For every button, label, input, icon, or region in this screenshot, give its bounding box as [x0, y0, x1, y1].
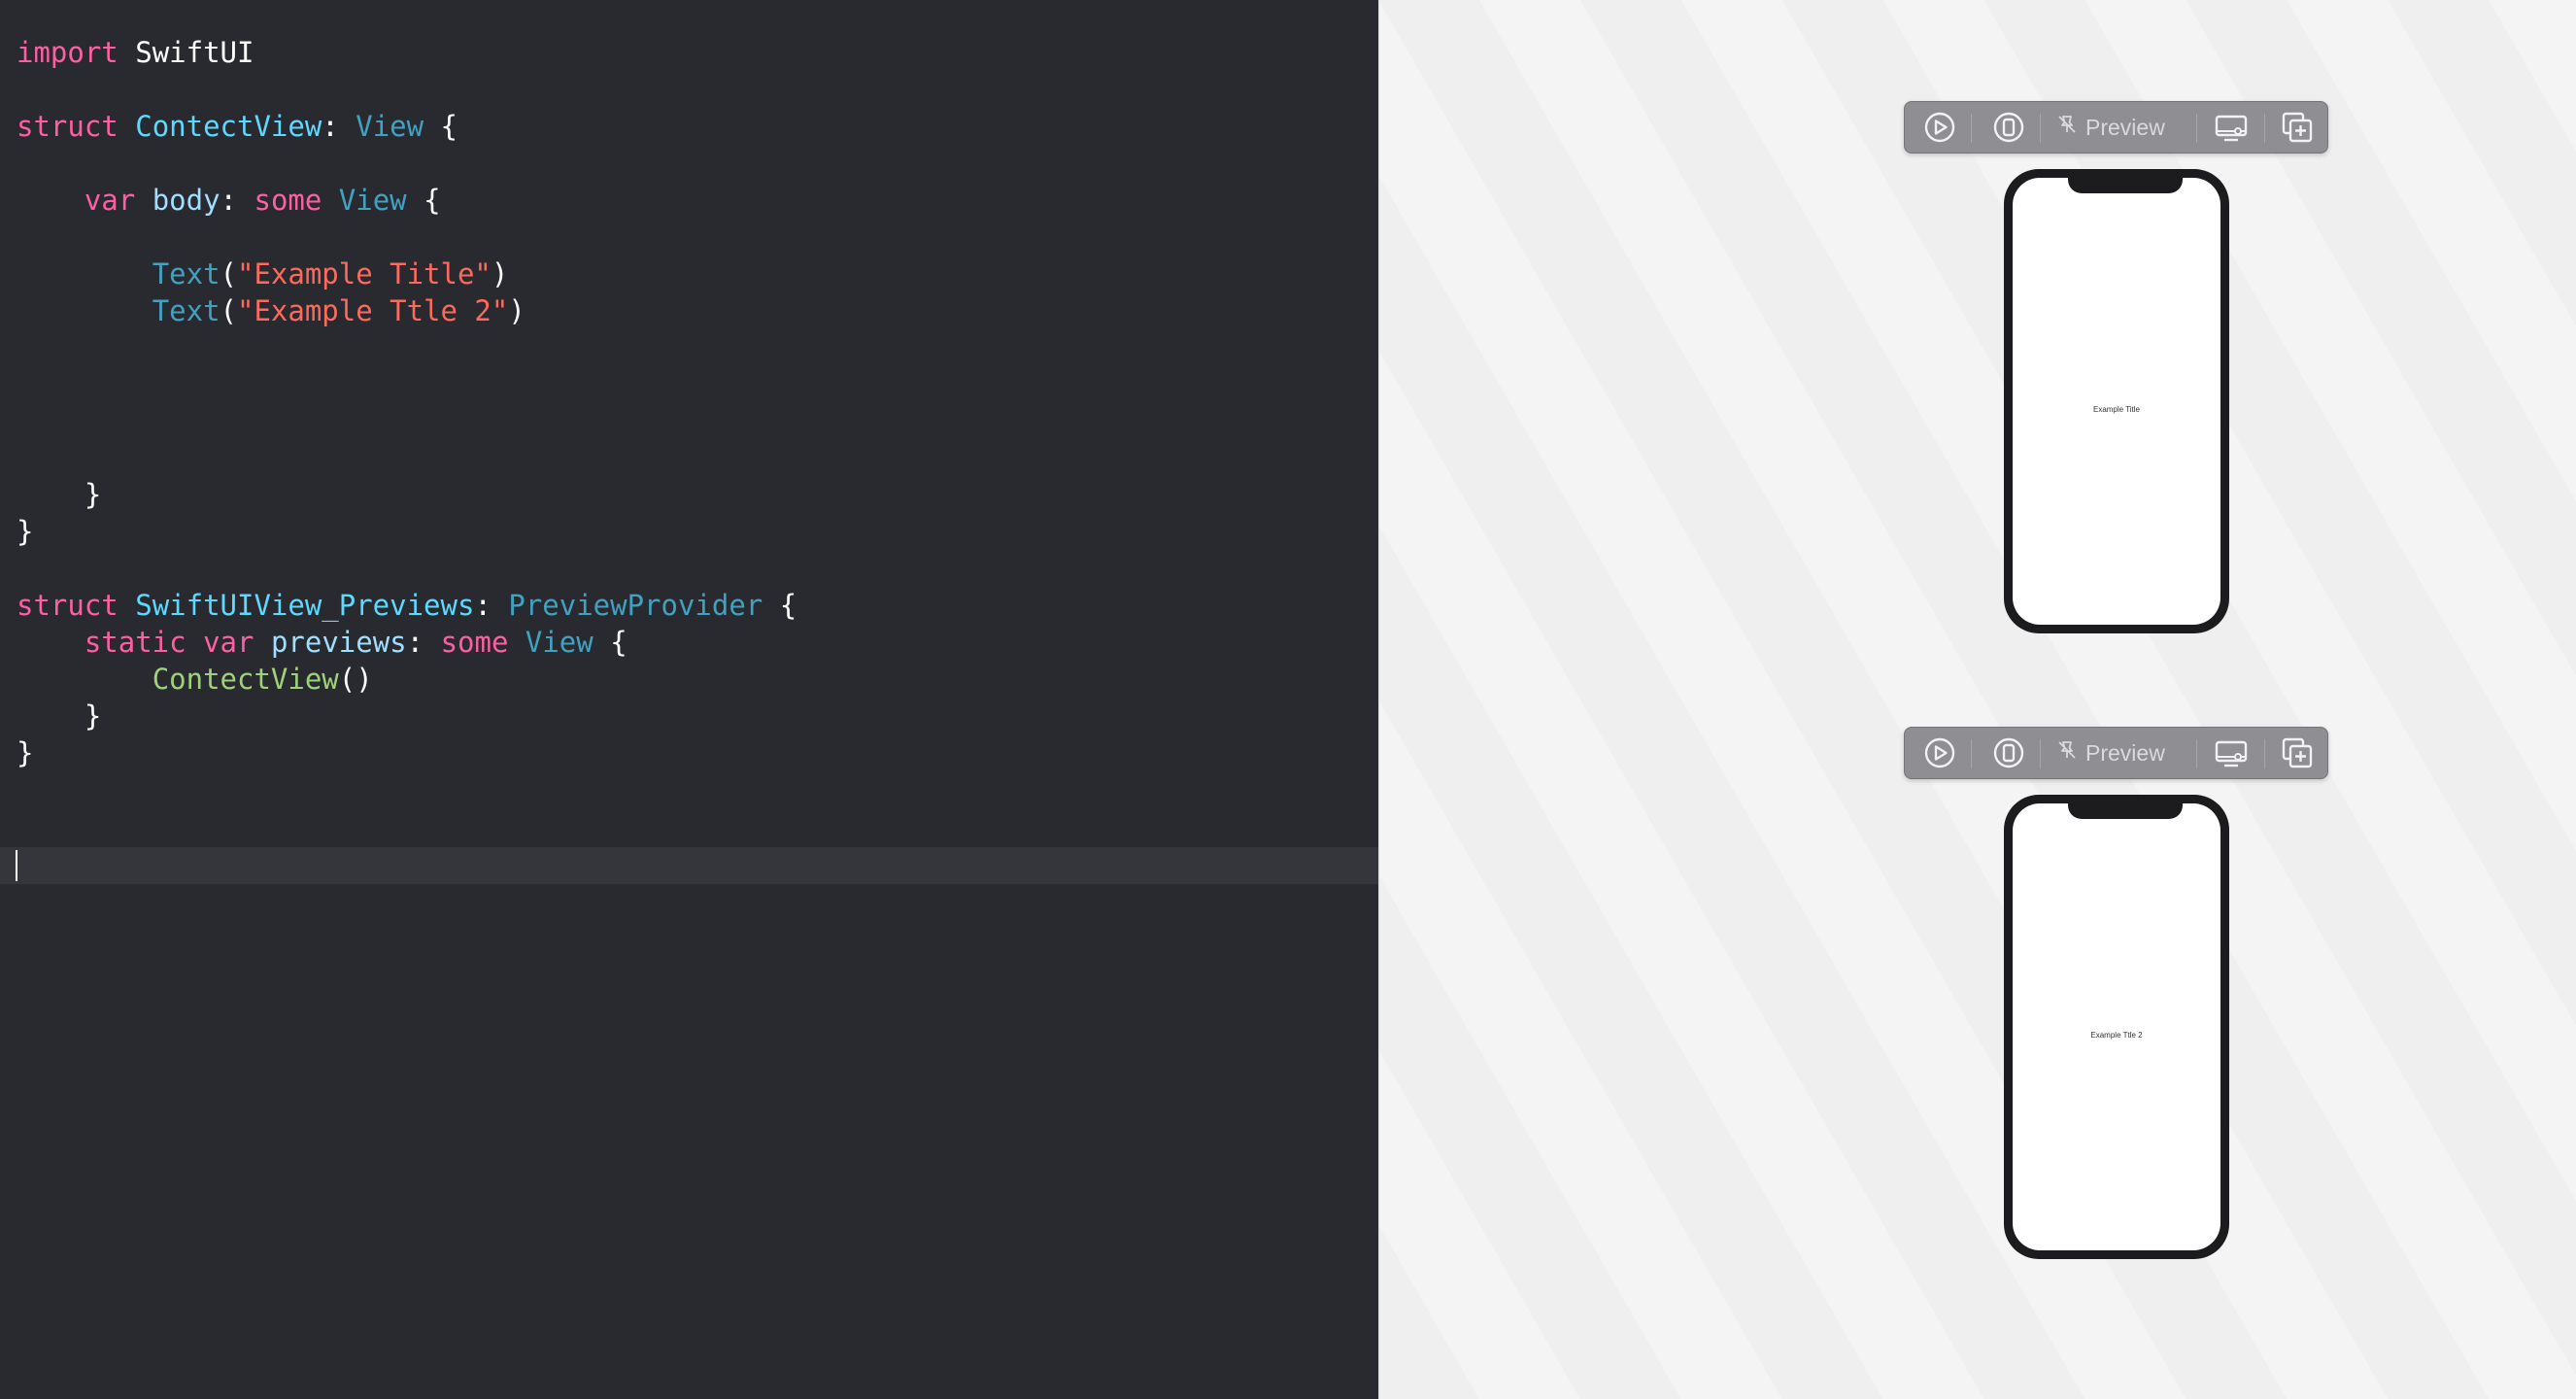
preview-on-device-button[interactable]: [1987, 102, 2030, 153]
code-line-1: import SwiftUI: [17, 34, 254, 71]
toolbar-separator: [1971, 114, 1972, 143]
play-icon: [1923, 736, 1956, 769]
open-brace: {: [779, 589, 797, 622]
device-icon: [1992, 736, 2025, 769]
colon: :: [474, 589, 491, 622]
duplicate-preview-button[interactable]: [2275, 728, 2320, 778]
toolbar-separator: [2196, 114, 2197, 143]
preview-toolbar-2: Preview: [1904, 727, 2328, 779]
code-line-13: }: [17, 476, 101, 513]
preview-label: Preview: [2085, 114, 2165, 140]
paren-open: (: [220, 257, 237, 290]
toolbar-separator: [2264, 739, 2265, 768]
preview-text: Example Title: [2092, 405, 2141, 414]
preview-pin-icon: [2056, 739, 2078, 767]
paren-close: ): [491, 257, 509, 290]
toolbar-separator: [2196, 739, 2197, 768]
keyword-var: var: [84, 184, 136, 217]
type-view: View: [338, 184, 407, 217]
phone-notch: [2068, 178, 2183, 193]
colon: :: [322, 110, 339, 143]
code-line-7: Text("Example Title"): [17, 256, 509, 292]
preview-text: Example Ttle 2: [2090, 1031, 2143, 1040]
duplicate-preview-icon: [2280, 110, 2315, 145]
code-line-20: }: [17, 734, 33, 771]
toolbar-separator: [2040, 739, 2041, 768]
protocol-view: View: [356, 110, 424, 143]
colon: :: [220, 184, 238, 217]
preview-toolbar-1: Preview: [1904, 101, 2328, 154]
module-name: SwiftUI: [135, 36, 254, 69]
duplicate-preview-button[interactable]: [2275, 102, 2320, 153]
code-line-17: static var previews: some View {: [17, 624, 627, 661]
play-icon: [1923, 111, 1956, 144]
toolbar-separator: [2264, 114, 2265, 143]
close-brace: }: [84, 700, 102, 733]
code-line-19: }: [17, 698, 101, 734]
previews-struct-name: SwiftUIView_Previews: [135, 589, 475, 622]
string-literal-1: "Example Title": [237, 257, 491, 290]
duplicate-preview-icon: [2280, 735, 2315, 770]
code-line-14: }: [17, 513, 33, 550]
phone-screen: Example Ttle 2: [2013, 803, 2220, 1250]
preview-label: Preview: [2085, 739, 2165, 766]
current-line-highlight: [0, 847, 1378, 884]
phone-notch: [2068, 803, 2183, 819]
close-brace: }: [17, 515, 34, 548]
paren-open: (: [220, 294, 237, 327]
preview-pin-button[interactable]: Preview: [2056, 102, 2190, 153]
call-parens: (): [338, 663, 373, 696]
paren-close: ): [508, 294, 525, 327]
code-editor[interactable]: import SwiftUI struct ContectView: View …: [0, 0, 1378, 1399]
property-previews: previews: [270, 626, 407, 659]
toolbar-separator: [2040, 114, 2041, 143]
preview-pin-icon: [2056, 114, 2078, 141]
iphone-preview-1[interactable]: Example Title: [2004, 169, 2229, 633]
preview-pin-button[interactable]: Preview: [2056, 728, 2190, 778]
property-body: body: [152, 184, 220, 217]
struct-name: ContectView: [135, 110, 322, 143]
code-line-5: var body: some View {: [17, 182, 441, 219]
keyword-var: var: [203, 626, 254, 659]
device-icon: [1992, 111, 2025, 144]
device-settings-icon: [2213, 736, 2250, 769]
live-preview-button[interactable]: [1918, 102, 1961, 153]
open-brace: {: [440, 110, 458, 143]
device-settings-icon: [2213, 111, 2250, 144]
text-function: Text: [152, 294, 220, 327]
code-line-3: struct ContectView: View {: [17, 108, 458, 145]
phone-screen: Example Title: [2013, 178, 2220, 625]
code-line-16: struct SwiftUIView_Previews: PreviewProv…: [17, 587, 797, 624]
keyword-struct: struct: [17, 110, 119, 143]
code-line-18: ContectView(): [17, 661, 373, 698]
protocol-preview-provider: PreviewProvider: [508, 589, 763, 622]
close-brace: }: [17, 736, 34, 769]
preview-on-device-button[interactable]: [1987, 728, 2030, 778]
code-line-8: Text("Example Ttle 2"): [17, 292, 525, 329]
open-brace: {: [424, 184, 441, 217]
open-brace: {: [610, 626, 627, 659]
keyword-import: import: [17, 36, 119, 69]
keyword-some: some: [254, 184, 322, 217]
type-view: View: [525, 626, 593, 659]
device-settings-button[interactable]: [2207, 728, 2255, 778]
colon: :: [406, 626, 424, 659]
keyword-some: some: [440, 626, 509, 659]
iphone-preview-2[interactable]: Example Ttle 2: [2004, 795, 2229, 1259]
toolbar-separator: [1971, 739, 1972, 768]
text-function: Text: [152, 257, 220, 290]
keyword-static: static: [84, 626, 186, 659]
keyword-struct: struct: [17, 589, 119, 622]
text-cursor: [16, 850, 17, 881]
close-brace: }: [84, 478, 102, 511]
canvas-divider: [1378, 0, 1379, 1399]
preview-canvas[interactable]: Preview Example Title Preview Example Tt…: [1378, 0, 2576, 1399]
contect-view-call: ContectView: [152, 663, 339, 696]
device-settings-button[interactable]: [2207, 102, 2255, 153]
string-literal-2: "Example Ttle 2": [237, 294, 509, 327]
live-preview-button[interactable]: [1918, 728, 1961, 778]
